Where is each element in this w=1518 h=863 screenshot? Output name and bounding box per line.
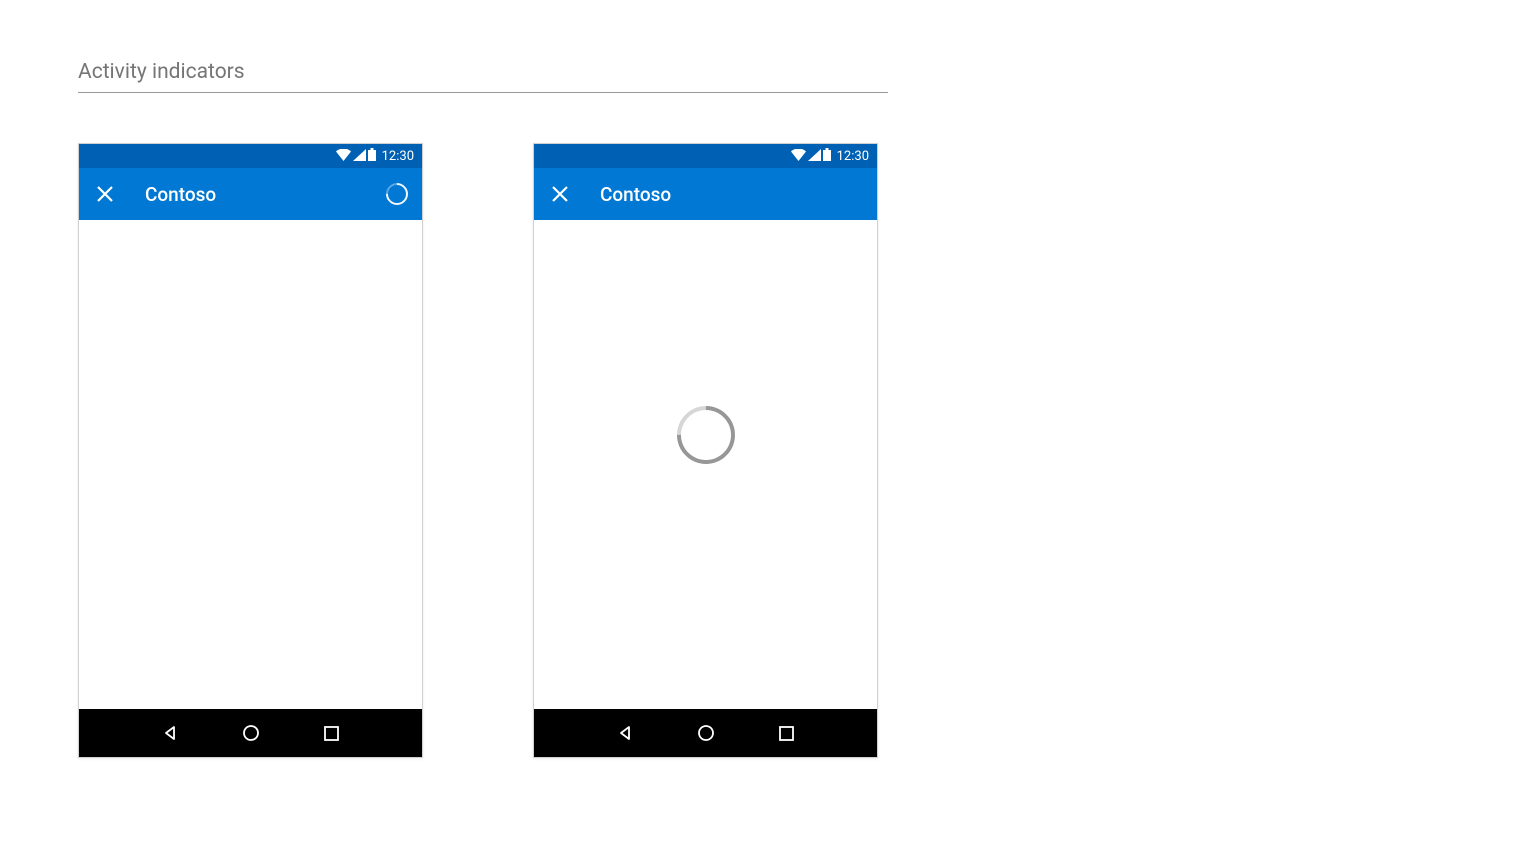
status-bar: 12:30	[79, 144, 422, 168]
battery-icon	[368, 148, 376, 164]
status-time: 12:30	[837, 149, 869, 164]
wifi-icon	[336, 149, 351, 164]
content-area	[534, 220, 877, 709]
app-title: Contoso	[145, 183, 386, 206]
status-time: 12:30	[382, 149, 414, 164]
back-icon[interactable]	[158, 721, 182, 745]
phones-container: 12:30 Contoso	[78, 143, 1440, 758]
home-icon[interactable]	[694, 721, 718, 745]
nav-bar	[79, 709, 422, 757]
status-bar: 12:30	[534, 144, 877, 168]
cellular-icon	[808, 149, 821, 164]
recents-icon[interactable]	[320, 721, 344, 745]
activity-indicator-small	[381, 178, 412, 209]
app-bar: Contoso	[534, 168, 877, 220]
section-heading: Activity indicators	[78, 60, 888, 93]
close-icon[interactable]	[548, 182, 572, 206]
wifi-icon	[791, 149, 806, 164]
phone-mockup-right: 12:30 Contoso	[533, 143, 878, 758]
nav-bar	[534, 709, 877, 757]
app-title: Contoso	[600, 183, 863, 206]
home-icon[interactable]	[239, 721, 263, 745]
app-bar: Contoso	[79, 168, 422, 220]
recents-icon[interactable]	[775, 721, 799, 745]
cellular-icon	[353, 149, 366, 164]
back-icon[interactable]	[613, 721, 637, 745]
close-icon[interactable]	[93, 182, 117, 206]
content-area	[79, 220, 422, 709]
battery-icon	[823, 148, 831, 164]
phone-mockup-left: 12:30 Contoso	[78, 143, 423, 758]
activity-indicator-large	[664, 393, 746, 475]
